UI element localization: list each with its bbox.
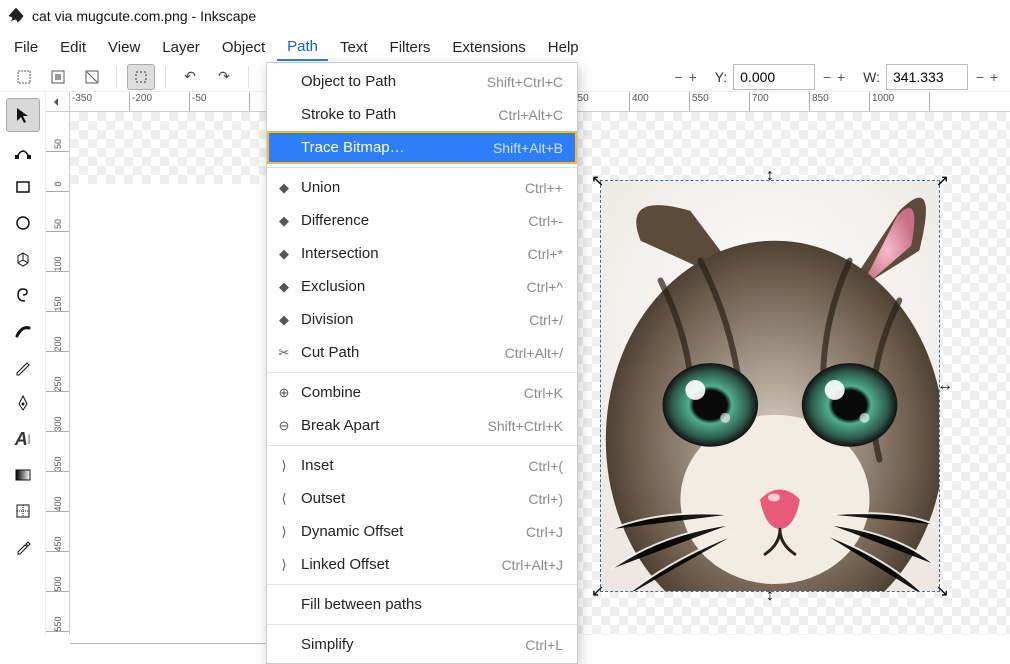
select-all-layers-button[interactable] xyxy=(10,64,38,90)
menu-division[interactable]: ◆ Division Ctrl+/ xyxy=(267,303,577,336)
spiral-tool[interactable] xyxy=(6,278,40,312)
inkscape-logo-icon xyxy=(6,6,26,26)
select-visible-button[interactable] xyxy=(44,64,72,90)
prev-field-spinner[interactable]: −+ xyxy=(673,70,699,84)
menu-divider xyxy=(267,372,577,373)
resize-handle-tr[interactable]: ↗ xyxy=(936,171,949,191)
toolbar-separator xyxy=(116,66,117,88)
resize-handle-bl[interactable]: ↙ xyxy=(591,581,604,601)
menu-trace-bitmap[interactable]: Trace Bitmap… Shift+Alt+B xyxy=(267,131,577,164)
menu-path[interactable]: Path xyxy=(277,34,328,61)
path-menu-dropdown: Object to Path Shift+Ctrl+C Stroke to Pa… xyxy=(266,62,578,664)
w-label: W: xyxy=(863,69,880,85)
text-tool[interactable]: A| xyxy=(6,422,40,456)
menu-inset[interactable]: ⟩ Inset Ctrl+( xyxy=(267,449,577,482)
w-input[interactable] xyxy=(886,64,968,90)
ruler-corner[interactable] xyxy=(46,92,70,112)
pencil-tool[interactable] xyxy=(6,350,40,384)
resize-handle-b[interactable]: ↕ xyxy=(766,587,774,605)
cut-path-icon: ✂ xyxy=(275,345,293,361)
menu-intersection[interactable]: ◆ Intersection Ctrl+* xyxy=(267,237,577,270)
menu-object[interactable]: Object xyxy=(212,35,275,60)
division-icon: ◆ xyxy=(275,312,293,328)
menu-union[interactable]: ◆ Union Ctrl++ xyxy=(267,171,577,204)
selector-tool[interactable] xyxy=(6,98,40,132)
gradient-tool[interactable] xyxy=(6,458,40,492)
difference-icon: ◆ xyxy=(275,213,293,229)
y-spinner[interactable]: −+ xyxy=(821,70,847,84)
menu-text[interactable]: Text xyxy=(330,35,378,60)
menu-cut-path[interactable]: ✂ Cut Path Ctrl+Alt+/ xyxy=(267,336,577,369)
toolbar-separator xyxy=(248,66,249,88)
menu-simplify[interactable]: Simplify Ctrl+L xyxy=(267,628,577,661)
calligraphy-tool[interactable] xyxy=(6,314,40,348)
menu-extensions[interactable]: Extensions xyxy=(442,35,535,60)
menu-divider xyxy=(267,445,577,446)
deselect-button[interactable] xyxy=(78,64,106,90)
menu-file[interactable]: File xyxy=(4,35,48,60)
menu-view[interactable]: View xyxy=(98,35,150,60)
selected-image[interactable]: ↖ ↗ ↙ ↘ ↕ ↕ ↔ xyxy=(600,180,940,592)
combine-icon: ⊕ xyxy=(275,385,293,401)
menu-filters[interactable]: Filters xyxy=(380,35,441,60)
mesh-tool[interactable] xyxy=(6,494,40,528)
menu-break-apart[interactable]: ⊖ Break Apart Shift+Ctrl+K xyxy=(267,409,577,442)
menu-divider xyxy=(267,584,577,585)
menu-linked-offset[interactable]: ⟩ Linked Offset Ctrl+Alt+J xyxy=(267,548,577,581)
window-title: cat via mugcute.com.png - Inkscape xyxy=(32,8,256,24)
menu-outset[interactable]: ⟨ Outset Ctrl+) xyxy=(267,482,577,515)
menu-object-to-path[interactable]: Object to Path Shift+Ctrl+C xyxy=(267,65,577,98)
union-icon: ◆ xyxy=(275,180,293,196)
linked-offset-icon: ⟩ xyxy=(275,557,293,573)
intersection-icon: ◆ xyxy=(275,246,293,262)
rubber-band-select-button[interactable] xyxy=(127,64,155,90)
y-label: Y: xyxy=(715,69,727,85)
menu-exclusion[interactable]: ◆ Exclusion Ctrl+^ xyxy=(267,270,577,303)
dynamic-offset-icon: ⟩ xyxy=(275,524,293,540)
rectangle-tool[interactable] xyxy=(6,170,40,204)
node-edit-tool[interactable] xyxy=(6,134,40,168)
menu-help[interactable]: Help xyxy=(538,35,589,60)
circle-tool[interactable] xyxy=(6,206,40,240)
title-bar: cat via mugcute.com.png - Inkscape xyxy=(0,0,1010,32)
rotate-cw-button[interactable]: ↷ xyxy=(210,64,238,90)
menu-divider xyxy=(267,167,577,168)
exclusion-icon: ◆ xyxy=(275,279,293,295)
menu-difference[interactable]: ◆ Difference Ctrl+- xyxy=(267,204,577,237)
rotate-ccw-button[interactable]: ↶ xyxy=(176,64,204,90)
menu-fill-between-paths[interactable]: Fill between paths xyxy=(267,588,577,621)
resize-handle-r[interactable]: ↔ xyxy=(937,377,953,395)
resize-handle-tl[interactable]: ↖ xyxy=(591,171,604,191)
menu-combine[interactable]: ⊕ Combine Ctrl+K xyxy=(267,376,577,409)
toolbar-separator xyxy=(165,66,166,88)
w-spinner[interactable]: −+ xyxy=(974,70,1000,84)
menu-stroke-to-path[interactable]: Stroke to Path Ctrl+Alt+C xyxy=(267,98,577,131)
resize-handle-br[interactable]: ↘ xyxy=(936,581,949,601)
cube-3d-tool[interactable] xyxy=(6,242,40,276)
pen-tool[interactable] xyxy=(6,386,40,420)
y-input[interactable] xyxy=(733,64,815,90)
menu-dynamic-offset[interactable]: ⟩ Dynamic Offset Ctrl+J xyxy=(267,515,577,548)
resize-handle-t[interactable]: ↕ xyxy=(766,167,774,185)
menu-divider xyxy=(267,624,577,625)
menu-edit[interactable]: Edit xyxy=(50,35,96,60)
dropper-tool[interactable] xyxy=(6,530,40,564)
tools-panel: A| xyxy=(0,92,46,635)
inset-icon: ⟩ xyxy=(275,458,293,474)
menu-layer[interactable]: Layer xyxy=(152,35,210,60)
menu-bar: File Edit View Layer Object Path Text Fi… xyxy=(0,32,1010,62)
break-apart-icon: ⊖ xyxy=(275,418,293,434)
ruler-vertical[interactable]: 50 0 50 100 150 200 250 300 350 400 450 … xyxy=(46,112,70,635)
outset-icon: ⟨ xyxy=(275,491,293,507)
